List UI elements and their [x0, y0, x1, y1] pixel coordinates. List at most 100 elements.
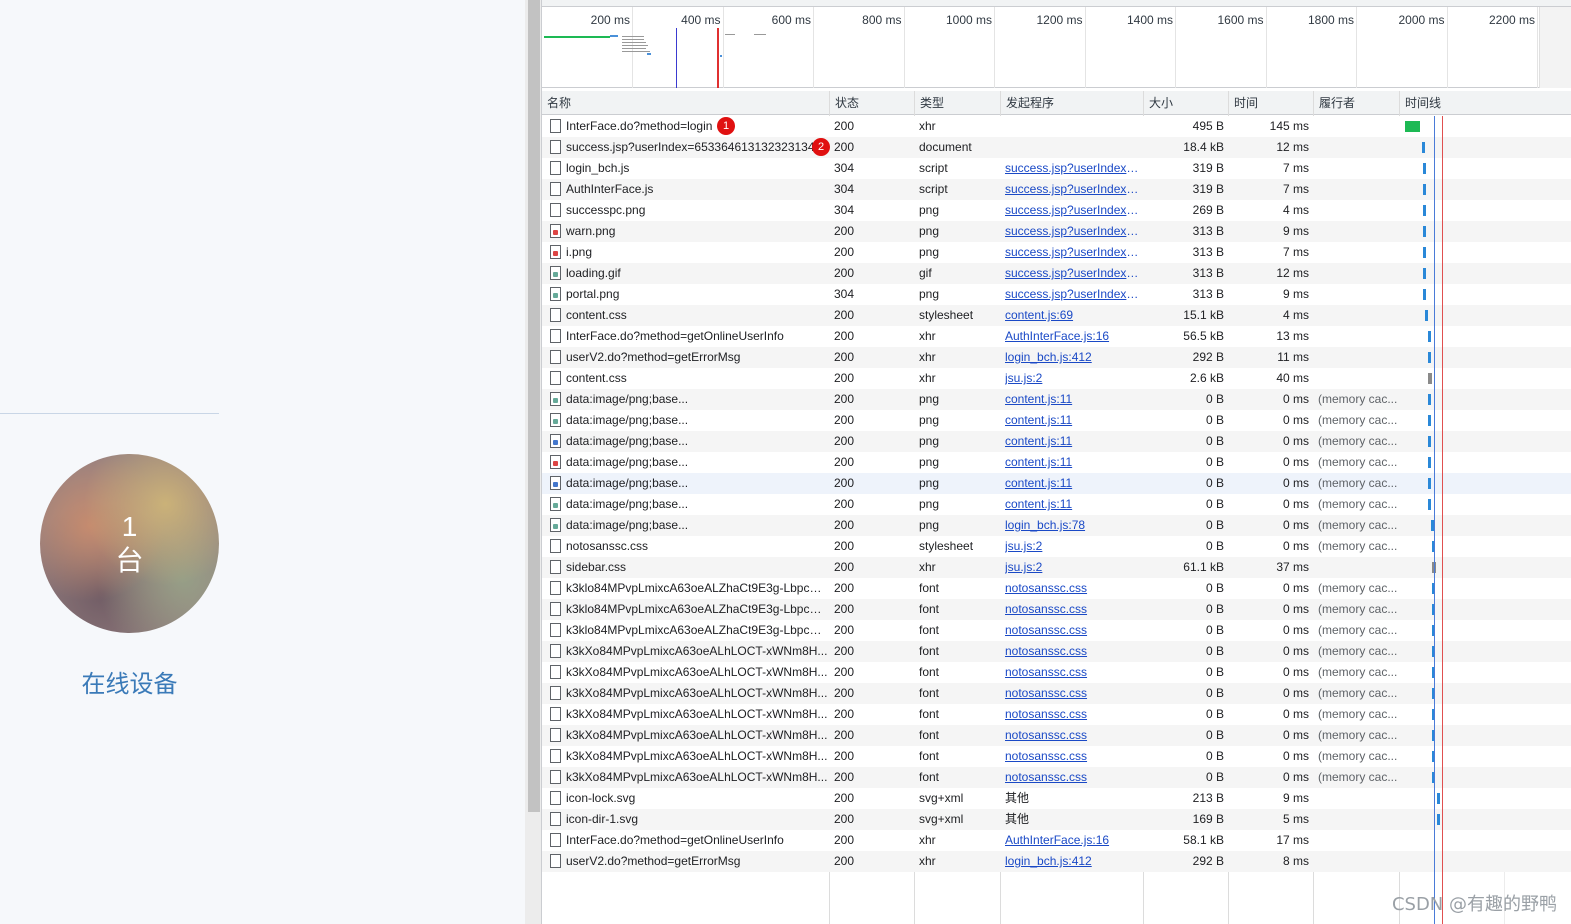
column-header-waterfall[interactable]: 时间线 [1400, 91, 1571, 115]
table-row[interactable]: loading.gif 200 gif success.jsp?userIndex=.… [542, 263, 1571, 284]
document-icon [550, 350, 561, 364]
request-initiator[interactable]: content.js:11 [1005, 494, 1139, 515]
table-row[interactable]: successpc.png 304 png success.jsp?userIndex… [542, 200, 1571, 221]
table-row[interactable]: content.css 200 stylesheet content.js:69 15.… [542, 305, 1571, 326]
table-row[interactable]: InterFace.do?method=getOnlineUserInfo 200… [542, 326, 1571, 347]
table-row[interactable]: icon-dir-1.svg 200 svg+xml 其他 169 B 5 ms [542, 809, 1571, 830]
table-row[interactable]: data:image/png;base... 200 png content.js:1… [542, 389, 1571, 410]
column-header-size[interactable]: 大小 [1144, 91, 1229, 115]
overview-tick-label: 1000 ms [945, 13, 992, 27]
page-scrollbar-thumb[interactable] [528, 0, 540, 812]
request-initiator[interactable]: login_bch.js:78 [1005, 515, 1139, 536]
table-row[interactable]: k3kXo84MPvpLmixcA63oeALhLOCT-xWNm8H... 20… [542, 767, 1571, 788]
request-initiator[interactable]: success.jsp?userIndex=... [1005, 284, 1139, 305]
request-status: 200 [834, 140, 855, 154]
request-initiator[interactable]: success.jsp?userIndex=... [1005, 263, 1139, 284]
request-initiator[interactable]: content.js:11 [1005, 389, 1139, 410]
request-size: 213 B [1192, 791, 1224, 805]
request-initiator[interactable]: jsu.js:2 [1005, 368, 1139, 389]
table-row[interactable]: data:image/png;base... 200 png content.js:1… [542, 473, 1571, 494]
request-name: sidebar.css [566, 560, 627, 574]
table-row[interactable]: data:image/png;base... 200 png content.js:1… [542, 410, 1571, 431]
table-row[interactable]: k3klo84MPvpLmixcA63oeALZhaCt9E3g-Lbpcnr.… [542, 620, 1571, 641]
request-initiator[interactable]: content.js:11 [1005, 431, 1139, 452]
column-header-initiator[interactable]: 发起程序 [1001, 91, 1144, 115]
request-fulfilled-by: (memory cac... [1318, 644, 1398, 658]
column-header-name[interactable]: 名称 [542, 91, 830, 115]
table-row[interactable]: k3kXo84MPvpLmixcA63oeALhLOCT-xWNm8H... 20… [542, 704, 1571, 725]
table-row[interactable]: k3kXo84MPvpLmixcA63oeALhLOCT-xWNm8H... 20… [542, 725, 1571, 746]
request-initiator[interactable]: notosanssc.css [1005, 599, 1139, 620]
column-header-status[interactable]: 状态 [830, 91, 915, 115]
table-row[interactable]: login_bch.js 304 script success.jsp?userInd… [542, 158, 1571, 179]
table-row[interactable]: k3klo84MPvpLmixcA63oeALZhaCt9E3g-Lbpcnr.… [542, 578, 1571, 599]
online-device-label[interactable]: 在线设备 [40, 664, 219, 699]
request-initiator[interactable]: success.jsp?userIndex=... [1005, 200, 1139, 221]
table-row[interactable]: InterFace.do?method=login 200 xhr 495 B 145 … [542, 116, 1571, 137]
request-initiator[interactable]: content.js:69 [1005, 305, 1139, 326]
table-row[interactable]: success.jsp?userIndex=653364613132323134… [542, 137, 1571, 158]
waterfall-bar [1423, 184, 1427, 195]
table-row[interactable]: content.css 200 xhr jsu.js:2 2.6 kB 40 ms [542, 368, 1571, 389]
column-header-fulfilled-by[interactable]: 履行者 [1314, 91, 1400, 115]
request-initiator[interactable]: AuthInterFace.js:16 [1005, 326, 1139, 347]
table-row[interactable]: icon-lock.svg 200 svg+xml 其他 213 B 9 ms [542, 788, 1571, 809]
table-row[interactable]: portal.png 304 png success.jsp?userIndex=..… [542, 284, 1571, 305]
table-row[interactable]: data:image/png;base... 200 png login_bch.js… [542, 515, 1571, 536]
request-initiator[interactable]: notosanssc.css [1005, 746, 1139, 767]
request-initiator[interactable]: AuthInterFace.js:16 [1005, 830, 1139, 851]
request-initiator[interactable]: login_bch.js:412 [1005, 347, 1139, 368]
request-initiator[interactable]: notosanssc.css [1005, 704, 1139, 725]
table-row[interactable]: data:image/png;base... 200 png content.js:1… [542, 452, 1571, 473]
table-row[interactable]: k3klo84MPvpLmixcA63oeALZhaCt9E3g-Lbpcnr.… [542, 599, 1571, 620]
table-row[interactable]: warn.png 200 png success.jsp?userIndex=... 3… [542, 221, 1571, 242]
request-initiator[interactable]: login_bch.js:412 [1005, 851, 1139, 872]
document-icon [550, 791, 561, 805]
table-row[interactable]: data:image/png;base... 200 png content.js:1… [542, 431, 1571, 452]
overview-tick-label: 400 ms [681, 13, 721, 27]
table-row[interactable]: InterFace.do?method=getOnlineUserInfo 200… [542, 830, 1571, 851]
document-icon [550, 203, 561, 217]
annotation-badge: 1 [717, 117, 735, 135]
column-header-type[interactable]: 类型 [915, 91, 1001, 115]
network-overview[interactable]: 200 ms 400 ms 600 ms 800 ms 1000 ms 1200 ms 14… [542, 7, 1539, 88]
dom-content-loaded-marker [1434, 116, 1435, 924]
request-initiator[interactable]: notosanssc.css [1005, 662, 1139, 683]
request-status: 200 [834, 392, 855, 406]
table-row[interactable]: k3kXo84MPvpLmixcA63oeALhLOCT-xWNm8H... 20… [542, 746, 1571, 767]
request-initiator[interactable]: success.jsp?userIndex=... [1005, 158, 1139, 179]
table-row[interactable]: userV2.do?method=getErrorMsg 200 xhr login_… [542, 347, 1571, 368]
request-initiator[interactable]: jsu.js:2 [1005, 536, 1139, 557]
request-initiator[interactable]: jsu.js:2 [1005, 557, 1139, 578]
request-fulfilled-by [1318, 158, 1398, 179]
table-row[interactable]: i.png 200 png success.jsp?userIndex=... 313 … [542, 242, 1571, 263]
waterfall-bar [1428, 394, 1432, 405]
image-file-icon [550, 497, 561, 511]
document-icon [550, 581, 561, 595]
request-initiator[interactable]: success.jsp?userIndex=... [1005, 221, 1139, 242]
annotation-badge: 2 [812, 138, 830, 156]
request-initiator[interactable]: content.js:11 [1005, 473, 1139, 494]
request-initiator[interactable]: notosanssc.css [1005, 683, 1139, 704]
request-initiator[interactable]: notosanssc.css [1005, 641, 1139, 662]
request-initiator[interactable]: notosanssc.css [1005, 767, 1139, 788]
table-row[interactable]: k3kXo84MPvpLmixcA63oeALhLOCT-xWNm8H... 20… [542, 662, 1571, 683]
table-row[interactable]: AuthInterFace.js 304 script success.jsp?use… [542, 179, 1571, 200]
table-row[interactable]: userV2.do?method=getErrorMsg 200 xhr login_… [542, 851, 1571, 872]
request-initiator[interactable]: notosanssc.css [1005, 620, 1139, 641]
overview-tick-label: 1400 ms [1126, 13, 1173, 27]
overview-scrollbar[interactable] [1539, 7, 1571, 88]
request-initiator[interactable]: notosanssc.css [1005, 725, 1139, 746]
request-initiator[interactable]: content.js:11 [1005, 410, 1139, 431]
request-initiator[interactable]: content.js:11 [1005, 452, 1139, 473]
column-header-time[interactable]: 时间 [1229, 91, 1314, 115]
table-row[interactable]: sidebar.css 200 xhr jsu.js:2 61.1 kB 37 ms [542, 557, 1571, 578]
request-initiator[interactable]: success.jsp?userIndex=... [1005, 179, 1139, 200]
request-initiator[interactable]: notosanssc.css [1005, 578, 1139, 599]
table-row[interactable]: k3kXo84MPvpLmixcA63oeALhLOCT-xWNm8H... 20… [542, 641, 1571, 662]
request-initiator[interactable]: success.jsp?userIndex=... [1005, 242, 1139, 263]
online-device-circle[interactable]: 1 台 [40, 454, 219, 633]
table-row[interactable]: notosanssc.css 200 stylesheet jsu.js:2 0 B 0 … [542, 536, 1571, 557]
table-row[interactable]: data:image/png;base... 200 png content.js:1… [542, 494, 1571, 515]
table-row[interactable]: k3kXo84MPvpLmixcA63oeALhLOCT-xWNm8H... 20… [542, 683, 1571, 704]
